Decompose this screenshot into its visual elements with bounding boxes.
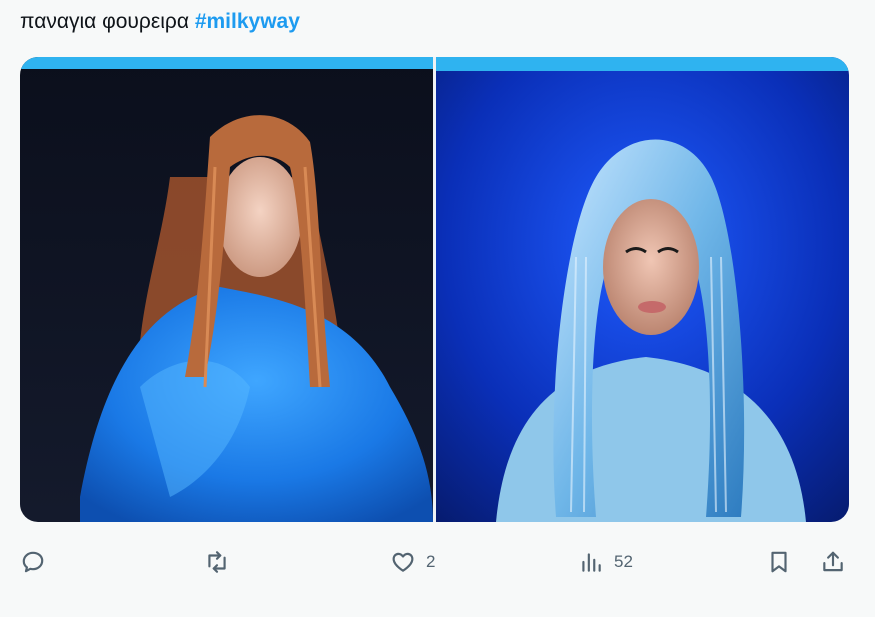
share-icon [823,551,843,572]
views-count: 52 [614,552,633,571]
reply-button[interactable] [20,542,56,582]
heart-icon [392,552,414,572]
bookmark-button[interactable] [766,542,792,582]
photo-right-image [436,57,849,522]
media-grid [20,57,849,522]
tweet-text: παναγια φουρειρα #milkyway [20,8,300,36]
bookmark-icon [771,551,787,573]
hashtag-link[interactable]: #milkyway [195,10,300,33]
photo-left-image [20,57,433,522]
views-button[interactable]: 52 [578,542,633,582]
retweet-button[interactable] [204,542,240,582]
photo-left[interactable] [20,57,433,522]
like-count: 2 [426,552,436,571]
views-icon [582,553,601,572]
reply-icon [22,551,44,573]
like-button[interactable]: 2 [390,542,435,582]
retweet-icon [208,551,226,573]
tweet-body: παναγια φουρειρα [20,10,189,33]
share-button[interactable] [820,542,846,582]
tweet-actions: 2 52 [20,542,849,582]
photo-right[interactable] [436,57,849,522]
